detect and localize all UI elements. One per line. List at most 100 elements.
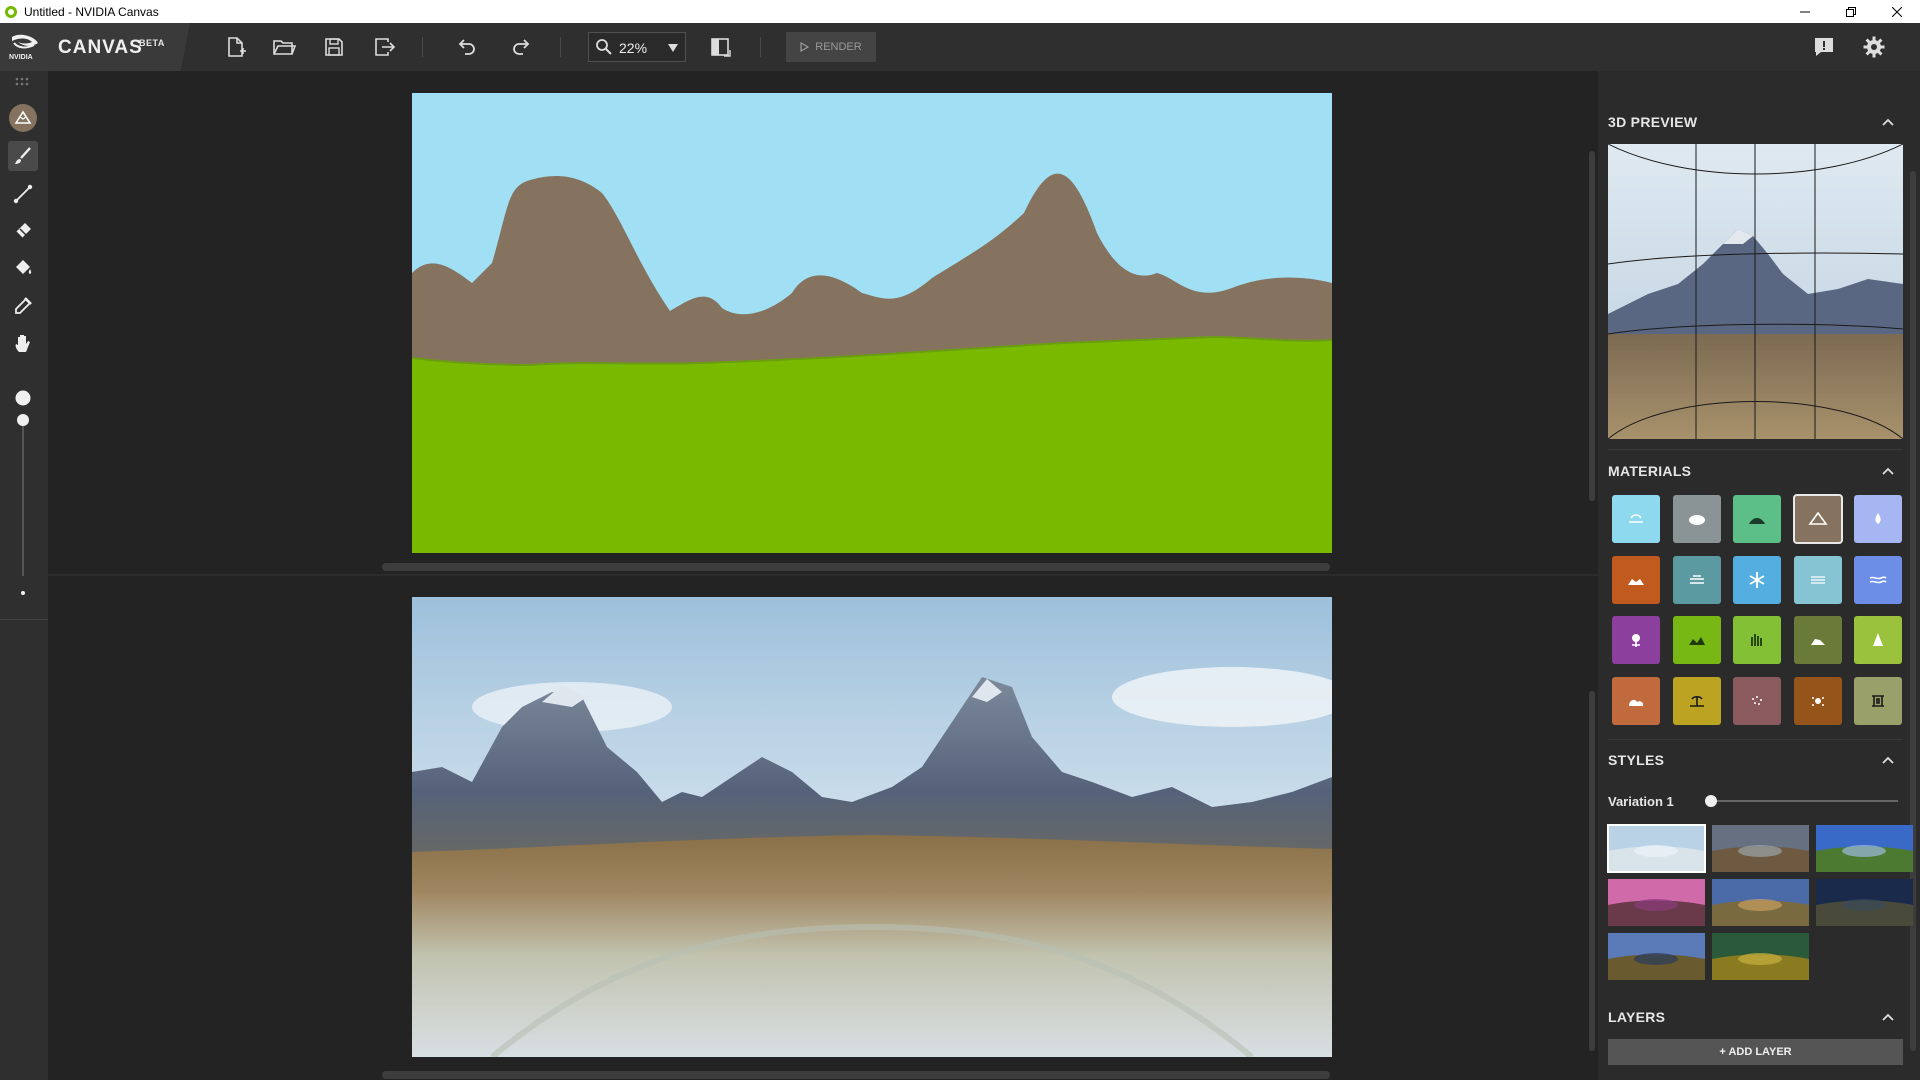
app-icon: [5, 5, 17, 18]
eyedropper-icon: [15, 297, 32, 314]
undo-button[interactable]: [452, 33, 480, 61]
window-titlebar: Untitled - NVIDIA Canvas: [0, 0, 1920, 23]
style-thumbnail[interactable]: [1608, 879, 1705, 926]
material-icon: [9, 104, 37, 132]
open-button[interactable]: [270, 33, 298, 61]
render-button[interactable]: RENDER: [786, 32, 876, 62]
fog-icon: [1689, 574, 1704, 584]
svg-text:NVIDIA: NVIDIA: [9, 54, 33, 61]
grass-icon: [1688, 637, 1705, 645]
3d-preview-image[interactable]: [1608, 144, 1903, 439]
eraser-icon: [15, 223, 31, 239]
redo-button[interactable]: [508, 33, 536, 61]
material-sky-button[interactable]: [1612, 495, 1660, 543]
brand-area: NVIDIA CANVAS BETA: [0, 23, 190, 71]
close-button[interactable]: [1874, 0, 1920, 23]
gravel-icon: [1752, 695, 1762, 705]
material-flower-button[interactable]: [1612, 616, 1660, 664]
material-building-button[interactable]: [1854, 676, 1902, 725]
material-river-button[interactable]: [1854, 555, 1902, 604]
top-canvas-horizontal-scrollbar[interactable]: [382, 563, 1330, 571]
brush-tool[interactable]: [8, 141, 38, 171]
stone-icon: [1629, 699, 1644, 706]
tool-palette-divider: [0, 619, 48, 620]
layers-section-title: LAYERS: [1608, 1009, 1666, 1025]
material-water-drop-button[interactable]: [1854, 495, 1902, 543]
style-thumbnail[interactable]: [1712, 879, 1809, 926]
top-canvas-vertical-scrollbar[interactable]: [1589, 151, 1595, 501]
materials-collapse-button[interactable]: [1878, 461, 1898, 481]
variation-slider-track[interactable]: [1708, 800, 1898, 802]
eraser-tool[interactable]: [8, 216, 38, 246]
water-drop-icon: [1875, 513, 1881, 524]
eyedropper-tool[interactable]: [8, 291, 38, 321]
app-name: CANVAS: [58, 37, 143, 58]
toggle-view-button[interactable]: [707, 33, 735, 61]
zoom-dropdown-icon[interactable]: [667, 42, 679, 54]
material-sand-button[interactable]: [1793, 676, 1842, 725]
style-thumbnail[interactable]: [1607, 824, 1706, 873]
material-stone-button[interactable]: [1612, 676, 1660, 725]
styles-collapse-button[interactable]: [1878, 750, 1898, 770]
style-thumbnail[interactable]: [1816, 825, 1913, 872]
layers-collapse-button[interactable]: [1878, 1007, 1898, 1027]
river-icon: [1869, 575, 1887, 583]
preview-collapse-button[interactable]: [1878, 112, 1898, 132]
material-dirt-button[interactable]: [1612, 555, 1660, 604]
style-thumbnail[interactable]: [1816, 879, 1913, 926]
line-tool[interactable]: [8, 179, 38, 209]
bottom-canvas-horizontal-scrollbar[interactable]: [382, 1071, 1330, 1079]
brush-size-slider-knob[interactable]: [17, 414, 29, 426]
new-file-button[interactable]: [222, 33, 250, 61]
fill-tool[interactable]: [8, 253, 38, 283]
material-sea-button[interactable]: [1793, 555, 1842, 604]
feedback-button[interactable]: [1810, 33, 1838, 61]
styles-section-title: STYLES: [1608, 752, 1665, 768]
settings-button[interactable]: [1860, 33, 1888, 61]
add-layer-button[interactable]: + ADD LAYER: [1608, 1039, 1903, 1065]
zoom-control[interactable]: 22%: [588, 32, 686, 62]
brush-size-large-icon: [15, 390, 31, 406]
rock-icon: [1810, 639, 1825, 645]
save-button[interactable]: [320, 33, 348, 61]
redo-icon: [513, 39, 530, 55]
settings-icon: [1863, 36, 1885, 58]
chevron-up-icon: [1882, 1013, 1894, 1021]
material-cloud-button[interactable]: [1672, 495, 1721, 543]
style-thumbnail[interactable]: [1712, 825, 1809, 872]
canvas-area: [48, 71, 1598, 1080]
material-snow-button[interactable]: [1733, 555, 1781, 604]
pan-tool[interactable]: [8, 328, 38, 358]
material-grass-button[interactable]: [1672, 616, 1721, 664]
feedback-icon: [1815, 38, 1833, 56]
material-mountain-button[interactable]: [1792, 494, 1843, 544]
restore-button[interactable]: [1828, 0, 1874, 23]
material-tree-button[interactable]: [1854, 616, 1902, 664]
bottom-canvas-vertical-scrollbar[interactable]: [1589, 691, 1595, 1051]
minimize-button[interactable]: [1782, 0, 1828, 23]
undo-icon: [458, 39, 475, 55]
brush-size-slider-track[interactable]: [22, 416, 24, 576]
material-hill-button[interactable]: [1733, 495, 1781, 543]
material-beach-button[interactable]: [1672, 676, 1721, 725]
style-thumbnail[interactable]: [1712, 933, 1809, 980]
current-material-button[interactable]: [8, 103, 38, 133]
material-rock-button[interactable]: [1793, 616, 1842, 664]
beta-badge: BETA: [139, 38, 165, 48]
main-toolbar: NVIDIA CANVAS BETA 22% RENDER: [0, 23, 1920, 71]
new-file-icon: [228, 37, 246, 57]
sky-icon: [1629, 514, 1643, 523]
play-icon: [800, 42, 810, 52]
export-button[interactable]: [371, 33, 399, 61]
window-title: Untitled - NVIDIA Canvas: [24, 4, 159, 19]
section-divider: [1608, 739, 1903, 740]
render-label: RENDER: [815, 41, 862, 53]
segmentation-canvas[interactable]: [412, 93, 1332, 553]
material-gravel-button[interactable]: [1733, 676, 1781, 725]
material-tall-grass-button[interactable]: [1733, 616, 1781, 664]
toolbar-separator: [422, 37, 423, 57]
material-fog-button[interactable]: [1672, 555, 1721, 604]
line-icon: [13, 184, 33, 204]
style-thumbnail[interactable]: [1608, 933, 1705, 980]
variation-slider-knob[interactable]: [1705, 795, 1717, 807]
